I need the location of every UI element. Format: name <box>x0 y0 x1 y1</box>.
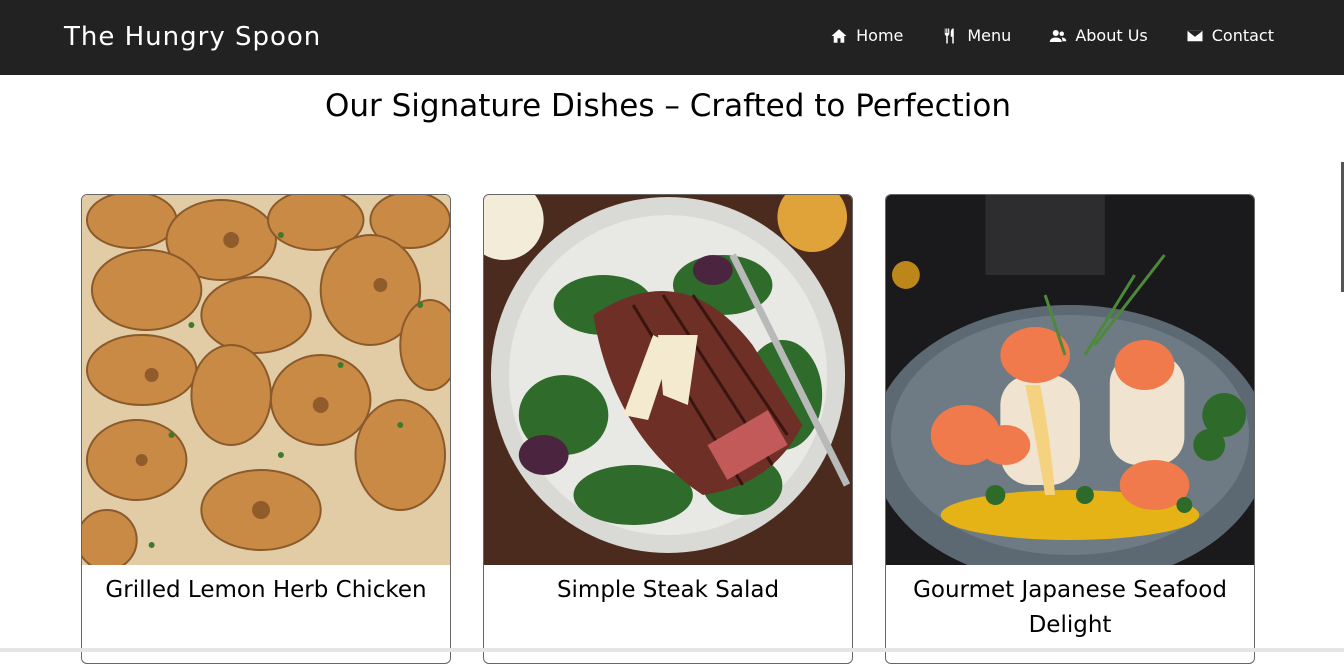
nav-about-label: About Us <box>1075 26 1148 45</box>
nav-links: Home Menu About Us Contact <box>830 26 1274 45</box>
page-title: Our Signature Dishes – Crafted to Perfec… <box>324 88 1012 124</box>
nav-home[interactable]: Home <box>830 26 903 45</box>
dish-image <box>886 195 1254 565</box>
dish-title: Simple Steak Salad <box>556 577 780 603</box>
nav-about[interactable]: About Us <box>1049 26 1148 45</box>
brand-logo[interactable]: The Hungry Spoon <box>64 22 321 52</box>
dish-card[interactable]: Gourmet Japanese Seafood Delight <box>885 194 1255 664</box>
nav-contact-label: Contact <box>1211 26 1274 45</box>
utensils-icon <box>945 28 955 43</box>
nav-contact[interactable]: Contact <box>1186 26 1274 45</box>
home-icon <box>831 28 847 43</box>
dish-title: Grilled Lemon Herb Chicken <box>105 577 427 603</box>
nav-home-label: Home <box>856 26 904 45</box>
dish-card[interactable]: Grilled Lemon Herb Chicken <box>81 194 451 664</box>
horizontal-scrollbar-track <box>0 648 1344 652</box>
navbar: The Hungry Spoon Home Menu About Us Cont… <box>0 0 1344 75</box>
dish-card[interactable]: Simple Steak Salad <box>483 194 853 664</box>
dish-image <box>82 195 450 565</box>
nav-menu-label: Menu <box>967 26 1012 45</box>
envelope-icon <box>1187 30 1203 41</box>
dish-image <box>484 195 852 565</box>
users-icon <box>1050 29 1067 42</box>
nav-menu[interactable]: Menu <box>941 26 1011 45</box>
dish-title: Gourmet Japanese Seafood Delight <box>913 577 1227 638</box>
